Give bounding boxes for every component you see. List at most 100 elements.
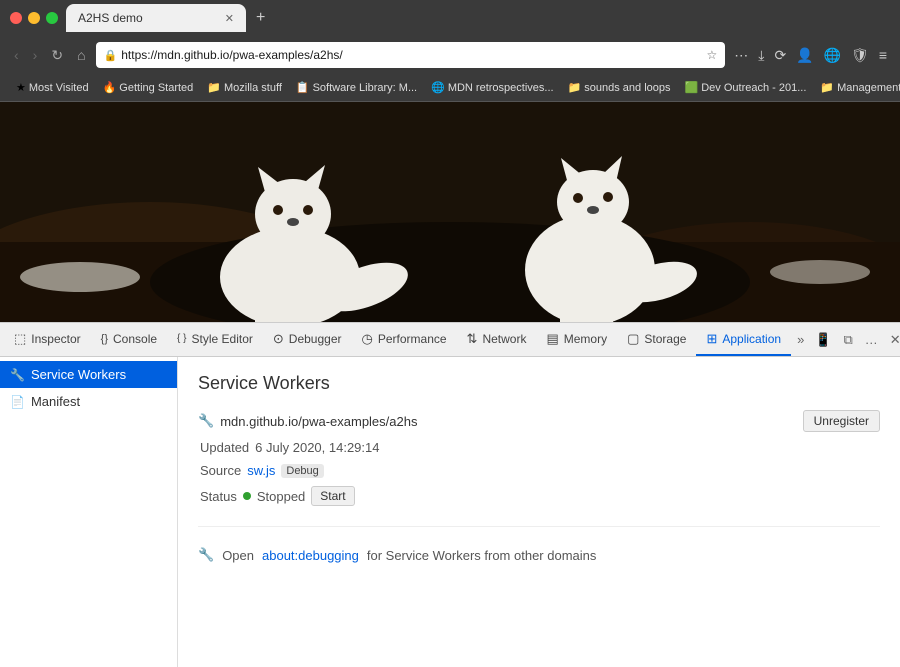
mozilla-stuff-icon: 📁 [207, 81, 221, 94]
more-options-icon[interactable]: … [860, 330, 883, 350]
tab-close-icon[interactable]: ✕ [225, 12, 234, 25]
bookmark-most-visited[interactable]: ★ Most Visited [10, 79, 95, 96]
sw-status-row: Status Stopped Start [198, 486, 880, 506]
bookmark-mozilla-stuff[interactable]: 📁 Mozilla stuff [201, 79, 288, 96]
most-visited-icon: ★ [16, 81, 26, 94]
page-title: Service Workers [198, 373, 880, 394]
storage-icon: ▢ [627, 331, 639, 347]
bookmark-label: Getting Started [119, 82, 193, 94]
bookmark-management[interactable]: 📁 Management stuff [814, 79, 900, 96]
bookmarks-bar: ★ Most Visited 🔥 Getting Started 📁 Mozil… [0, 74, 900, 102]
maximize-button[interactable] [46, 12, 58, 24]
sidebar-item-service-workers[interactable]: 🔧 Service Workers [0, 361, 177, 388]
debugging-section: 🔧 Open about:debugging for Service Worke… [198, 547, 880, 563]
tab-storage-label: Storage [644, 332, 686, 346]
tab-style-editor[interactable]: { } Style Editor [167, 323, 263, 356]
close-button[interactable] [10, 12, 22, 24]
start-button[interactable]: Start [311, 486, 354, 506]
tab-application-label: Application [722, 332, 781, 346]
status-value: Stopped [257, 489, 305, 504]
getting-started-icon: 🔥 [103, 81, 117, 94]
tab-application[interactable]: ⊞ Application [696, 323, 791, 356]
debug-button[interactable]: Debug [281, 464, 323, 478]
bookmark-dev-outreach[interactable]: 🟩 Dev Outreach - 201... [679, 79, 813, 96]
devtools-actions: 📱 ⧉ … ✕ [810, 330, 900, 350]
tab-inspector-label: Inspector [31, 332, 80, 346]
bookmark-star-icon[interactable]: ☆ [706, 48, 717, 62]
debugging-text-after: for Service Workers from other domains [367, 548, 597, 563]
tab-performance[interactable]: ◷ Performance [352, 323, 457, 356]
responsive-design-icon[interactable]: 📱 [810, 330, 836, 350]
devtools-panel: ⬚ Inspector {} Console { } Style Editor … [0, 322, 900, 667]
source-label: Source [200, 463, 241, 478]
back-button[interactable]: ‹ [10, 45, 23, 65]
console-icon: {} [101, 333, 108, 345]
software-library-icon: 📋 [296, 81, 310, 94]
service-workers-icon: 🔧 [10, 368, 25, 382]
bookmark-label: Software Library: M... [313, 82, 418, 94]
sw-source-row: Source sw.js Debug [198, 463, 880, 478]
menu-icon[interactable]: ≡ [876, 45, 890, 65]
bookmark-software-library[interactable]: 📋 Software Library: M... [290, 79, 423, 96]
tab-console[interactable]: {} Console [91, 323, 167, 356]
devtools-overflow-button[interactable]: » [791, 332, 810, 347]
security-icon: 🔒 [104, 49, 118, 62]
url-text: https://mdn.github.io/pwa-examples/a2hs/ [121, 48, 702, 62]
management-icon: 📁 [820, 81, 834, 94]
sidebar-item-manifest[interactable]: 📄 Manifest [0, 388, 177, 415]
bookmark-mdn-retrospectives[interactable]: 🌐 MDN retrospectives... [425, 79, 559, 96]
devtools-body: 🔧 Service Workers 📄 Manifest Service Wor… [0, 357, 900, 667]
unregister-button[interactable]: Unregister [803, 410, 880, 432]
devtools-sidebar: 🔧 Service Workers 📄 Manifest [0, 357, 178, 667]
browser-tab[interactable]: A2HS demo ✕ [66, 4, 246, 32]
background-scene [0, 102, 900, 322]
title-bar: A2HS demo ✕ + [0, 0, 900, 36]
tab-memory-label: Memory [564, 332, 607, 346]
tab-debugger[interactable]: ⊙ Debugger [263, 323, 352, 356]
close-devtools-icon[interactable]: ✕ [885, 330, 900, 350]
bookmark-label: Dev Outreach - 201... [701, 82, 806, 94]
downloads-icon[interactable]: ⤓ [755, 45, 767, 66]
tab-title: A2HS demo [78, 11, 217, 25]
dev-outreach-icon: 🟩 [685, 81, 699, 94]
tab-debugger-label: Debugger [289, 332, 342, 346]
tab-network-label: Network [482, 332, 526, 346]
detach-icon[interactable]: ⧉ [838, 330, 857, 350]
sounds-loops-icon: 📁 [568, 81, 582, 94]
addon1-icon[interactable]: 🛡 [848, 45, 872, 66]
new-tab-button[interactable]: + [252, 9, 269, 27]
bookmark-label: Management stuff [837, 82, 900, 94]
source-file-link[interactable]: sw.js [247, 463, 275, 478]
updated-value: 6 July 2020, 14:29:14 [255, 440, 379, 455]
wrench-icon: 🔧 [198, 547, 214, 563]
tab-storage[interactable]: ▢ Storage [617, 323, 696, 356]
tab-style-label: Style Editor [192, 332, 253, 346]
url-bar[interactable]: 🔒 https://mdn.github.io/pwa-examples/a2h… [96, 42, 726, 68]
application-icon: ⊞ [706, 331, 717, 347]
bookmark-getting-started[interactable]: 🔥 Getting Started [97, 79, 200, 96]
url-actions: ☆ [706, 48, 717, 62]
tab-inspector[interactable]: ⬚ Inspector [4, 323, 91, 356]
status-dot [243, 492, 251, 500]
refresh-button[interactable]: ↻ [47, 45, 67, 66]
treestyle-icon[interactable]: 🌐 [821, 45, 844, 66]
profile-icon[interactable]: 👤 [793, 45, 816, 66]
updated-label: Updated [200, 440, 249, 455]
forward-button[interactable]: › [29, 45, 42, 65]
about-debugging-link[interactable]: about:debugging [262, 548, 359, 563]
extensions-icon[interactable]: ⋯ [731, 45, 751, 66]
performance-icon: ◷ [362, 331, 373, 347]
tab-memory[interactable]: ▤ Memory [536, 323, 617, 356]
bookmark-sounds-loops[interactable]: 📁 sounds and loops [562, 79, 677, 96]
home-button[interactable]: ⌂ [73, 45, 89, 65]
tab-network[interactable]: ⇅ Network [457, 323, 537, 356]
sync-icon[interactable]: ⟳ [771, 45, 789, 66]
toolbar-icons: ⋯ ⤓ ⟳ 👤 🌐 🛡 ≡ [731, 45, 890, 66]
sw-header: 🔧 mdn.github.io/pwa-examples/a2hs Unregi… [198, 410, 880, 432]
debugger-icon: ⊙ [273, 331, 284, 347]
minimize-button[interactable] [28, 12, 40, 24]
sw-origin-icon: 🔧 [198, 413, 214, 429]
traffic-lights [10, 12, 58, 24]
service-worker-entry: 🔧 mdn.github.io/pwa-examples/a2hs Unregi… [198, 410, 880, 527]
sw-origin-url: mdn.github.io/pwa-examples/a2hs [220, 414, 417, 429]
